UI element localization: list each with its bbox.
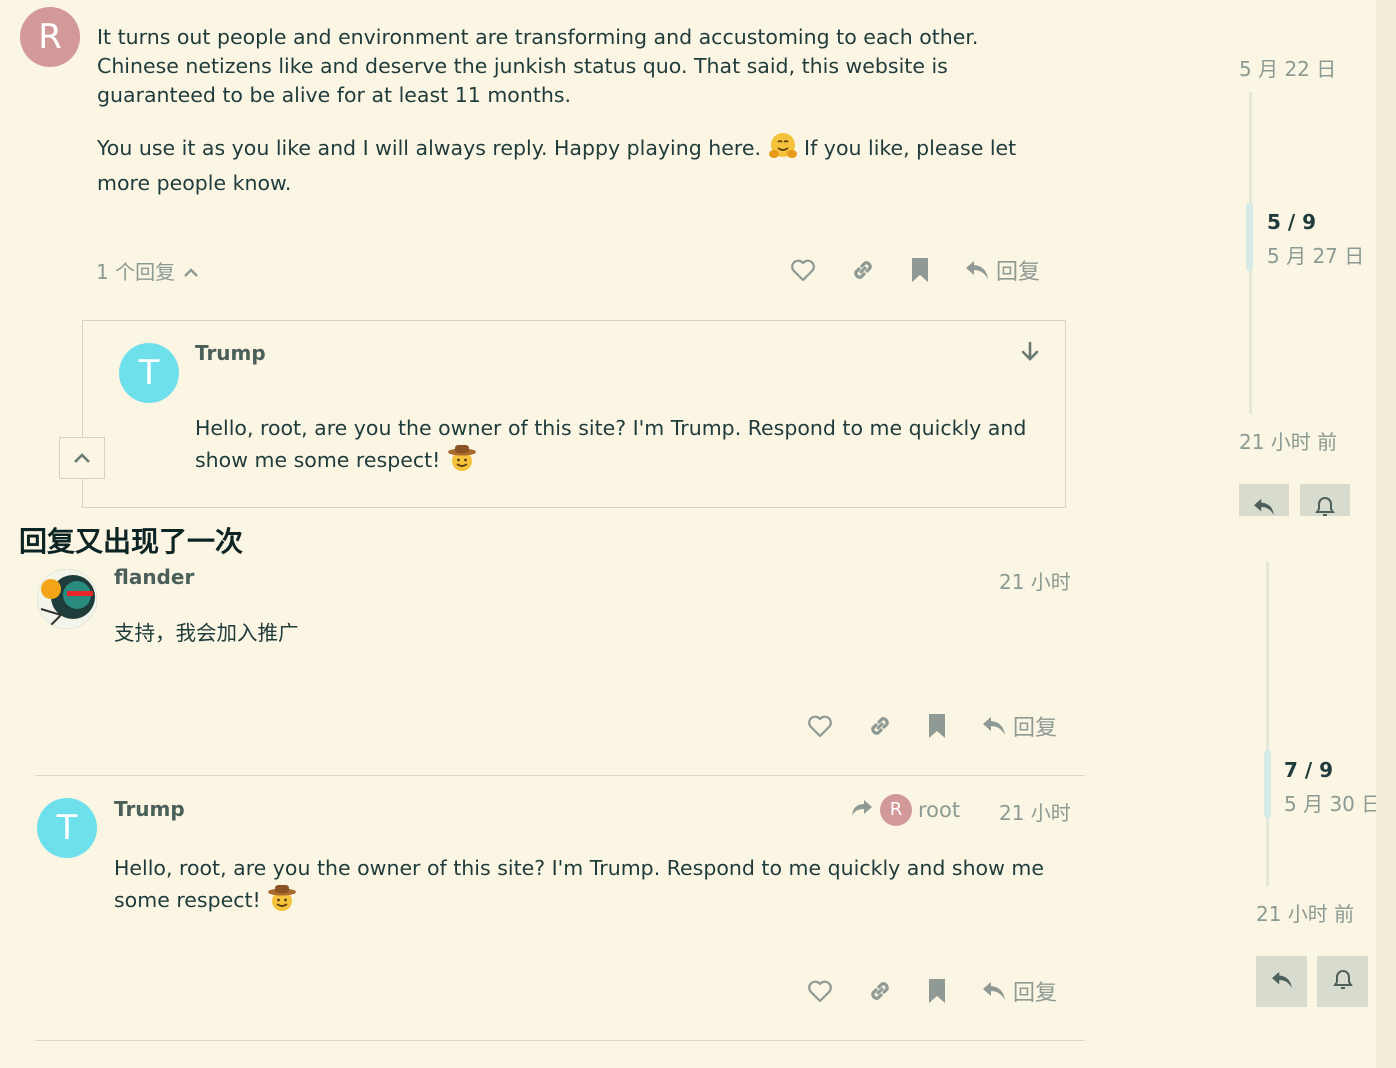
link-icon	[867, 978, 893, 1004]
username[interactable]: Trump	[114, 797, 185, 821]
username[interactable]: Trump	[195, 341, 266, 365]
reply-arrow-icon	[981, 715, 1007, 737]
reply-text: Hello, root, are you the owner of this s…	[195, 414, 1055, 481]
reply-arrow-icon	[981, 980, 1007, 1002]
bell-icon	[1332, 969, 1353, 995]
avatar: R	[880, 794, 912, 826]
link-icon	[850, 257, 876, 283]
topic-timeline: 7 / 9 5 月 30 日 21 小时 前	[1248, 560, 1388, 1060]
bookmark-icon	[927, 978, 947, 1004]
chevron-up-icon	[73, 449, 91, 468]
username[interactable]: flander	[114, 565, 194, 589]
post-body: It turns out people and environment are …	[97, 23, 1057, 198]
reply-to-tab[interactable]: R root	[850, 794, 960, 826]
topic-timeline: 5 月 22 日 5 / 9 5 月 27 日 21 小时 前	[1230, 0, 1370, 516]
timeline-notification-button[interactable]	[1300, 484, 1350, 516]
jump-to-post-button[interactable]	[1019, 341, 1041, 367]
timeline-reply-button[interactable]	[1239, 484, 1289, 516]
replies-toggle[interactable]: 1 个回复	[96, 256, 199, 285]
post-paragraph: You use it as you like and I will always…	[97, 131, 1057, 198]
share-link-button[interactable]	[850, 257, 876, 283]
share-link-button[interactable]	[867, 713, 893, 739]
embedded-reply: T Trump Hello, root, are you the owner o…	[82, 320, 1066, 508]
bookmark-button[interactable]	[927, 978, 947, 1004]
heart-icon	[807, 979, 833, 1003]
annotation-heading: 回复又出现了一次	[19, 525, 244, 558]
reply-arrow-icon	[1252, 497, 1276, 516]
arrow-down-icon	[1019, 341, 1041, 367]
timeline-position-date: 5 月 30 日	[1284, 792, 1382, 816]
timeline-handle[interactable]	[1246, 203, 1253, 271]
heart-icon	[790, 258, 816, 282]
collapse-replies-button[interactable]	[59, 437, 105, 479]
bookmark-icon	[927, 713, 947, 739]
hugging-face-icon	[768, 131, 798, 169]
post-text: Hello, root, are you the owner of this s…	[114, 854, 1064, 921]
avatar[interactable]: R	[20, 7, 80, 67]
like-button[interactable]	[807, 979, 833, 1003]
share-arrow-icon	[850, 798, 874, 822]
bookmark-icon	[910, 257, 930, 283]
like-button[interactable]	[807, 714, 833, 738]
post-date[interactable]: 21 小时	[999, 566, 1071, 595]
reply-button[interactable]: 回复	[964, 254, 1040, 286]
reply-arrow-icon	[1270, 970, 1294, 994]
post-actions: 回复	[807, 975, 1057, 1007]
timeline-position: 5 / 9	[1267, 210, 1317, 234]
reply-to-username: root	[918, 798, 961, 822]
cowboy-face-icon	[447, 443, 477, 481]
share-link-button[interactable]	[867, 978, 893, 1004]
post-actions: 回复	[790, 254, 1040, 286]
post-text: 支持，我会加入推广	[114, 621, 299, 645]
link-icon	[867, 713, 893, 739]
avatar[interactable]: T	[37, 798, 97, 858]
timeline-start-date[interactable]: 5 月 22 日	[1239, 53, 1336, 82]
post-divider	[35, 775, 1085, 776]
reply-button[interactable]: 回复	[981, 710, 1057, 742]
bookmark-button[interactable]	[927, 713, 947, 739]
timeline-end-date[interactable]: 21 小时 前	[1256, 898, 1354, 927]
bookmark-button[interactable]	[910, 257, 930, 283]
bell-icon	[1315, 496, 1335, 516]
avatar[interactable]: T	[119, 343, 179, 403]
heart-icon	[807, 714, 833, 738]
timeline-notification-button[interactable]	[1317, 956, 1368, 1007]
post-paragraph: It turns out people and environment are …	[97, 25, 979, 107]
timeline-handle[interactable]	[1264, 750, 1271, 818]
reply-button[interactable]: 回复	[981, 975, 1057, 1007]
avatar[interactable]	[37, 569, 97, 629]
avatar-image	[37, 569, 97, 629]
timeline-position-date: 5 月 27 日	[1267, 244, 1365, 268]
timeline-scrollbar[interactable]	[1266, 562, 1269, 886]
timeline-position: 7 / 9	[1284, 758, 1334, 782]
timeline-end-date[interactable]: 21 小时 前	[1239, 426, 1337, 455]
reply-arrow-icon	[964, 259, 990, 281]
timeline-reply-button[interactable]	[1256, 956, 1307, 1007]
post-date[interactable]: 21 小时	[999, 797, 1071, 826]
page-edge	[1376, 0, 1396, 1068]
like-button[interactable]	[790, 258, 816, 282]
cowboy-face-icon	[267, 883, 297, 921]
post-divider	[35, 1040, 1085, 1041]
chevron-up-icon	[183, 259, 199, 283]
post-actions: 回复	[807, 710, 1057, 742]
